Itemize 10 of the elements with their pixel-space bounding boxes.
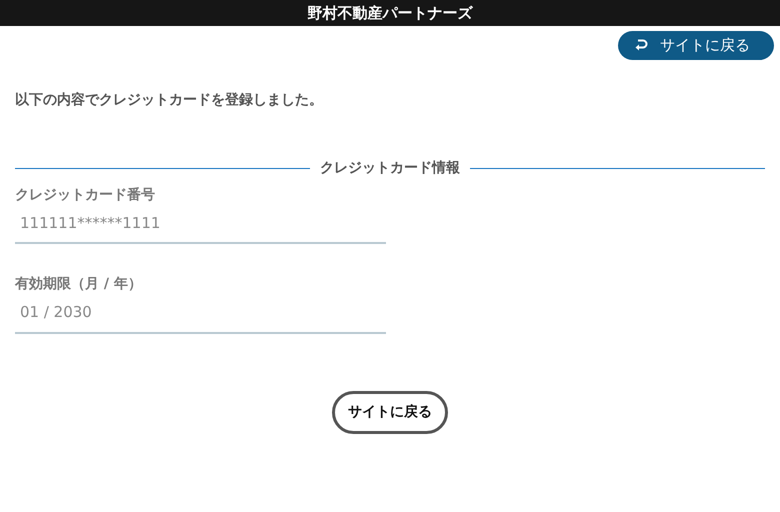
section-title: クレジットカード情報: [319, 158, 461, 178]
return-arrow-icon: [634, 38, 648, 52]
back-to-site-button[interactable]: サイトに戻る: [332, 390, 448, 434]
field-label: クレジットカード番号: [15, 186, 156, 204]
field-label: 有効期限（月 / 年）: [15, 275, 143, 294]
value-field: 01 / 2030: [15, 295, 386, 334]
header-title: 野村不動産パートナーズ: [0, 0, 780, 26]
value-field: 111111******1111: [15, 206, 386, 244]
message-text: 以下の内容でクレジットカードを登録しました。: [15, 90, 324, 110]
back-to-site-button[interactable]: サイトに戻る: [618, 31, 774, 60]
